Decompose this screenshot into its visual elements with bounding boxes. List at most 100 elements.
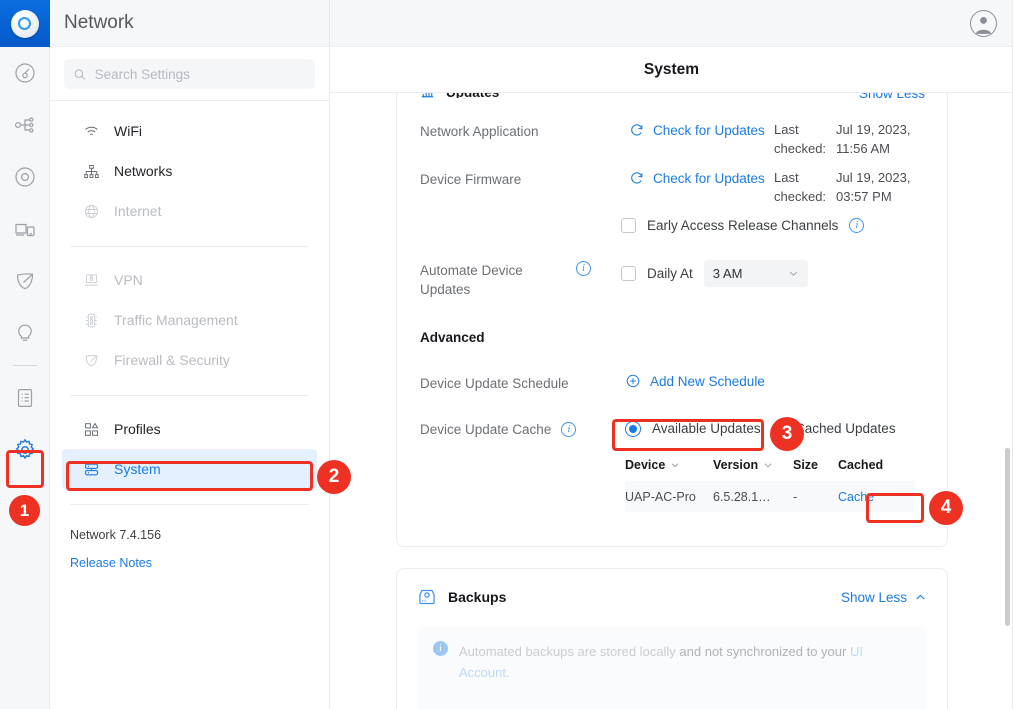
column-header-cached: Cached bbox=[838, 458, 903, 472]
cell-device: UAP-AC-Pro bbox=[625, 489, 696, 504]
annotation-badge-2: 2 bbox=[317, 460, 351, 494]
primary-nav-rail bbox=[0, 0, 50, 709]
sidebar-item-vpn[interactable]: VPN bbox=[62, 260, 317, 300]
rail-item-logs[interactable] bbox=[0, 372, 50, 424]
sidebar-item-networks[interactable]: Networks bbox=[62, 151, 317, 191]
sidebar-group-connectivity: WiFi Networks Internet bbox=[50, 101, 329, 237]
annotation-badge-1: 1 bbox=[9, 495, 40, 526]
row-label: Device Firmware bbox=[420, 172, 522, 187]
backups-note-text: Automated backups are stored locally and… bbox=[459, 641, 911, 705]
check-updates-network-app[interactable]: Check for Updates bbox=[629, 122, 765, 138]
sidebar-item-system[interactable]: System bbox=[62, 449, 317, 489]
early-access-checkbox[interactable] bbox=[621, 218, 636, 233]
note-part-2: and not synchronized to your bbox=[679, 644, 850, 659]
daily-at-checkbox[interactable] bbox=[621, 266, 636, 281]
updates-show-less[interactable]: Show Less bbox=[859, 93, 925, 98]
rail-item-security[interactable] bbox=[0, 255, 50, 307]
rail-item-clients[interactable] bbox=[0, 203, 50, 255]
globe-icon bbox=[82, 203, 100, 220]
traffic-light-icon bbox=[82, 312, 100, 329]
check-updates-label: Check for Updates bbox=[653, 170, 765, 186]
gear-icon bbox=[15, 438, 34, 460]
rail-item-devices[interactable] bbox=[0, 151, 50, 203]
shield-icon bbox=[16, 273, 33, 290]
add-new-schedule-label: Add New Schedule bbox=[650, 373, 765, 389]
column-header-device[interactable]: Device bbox=[625, 458, 713, 472]
daily-at-row: Daily At 3 AM bbox=[621, 260, 808, 287]
shield-icon bbox=[82, 352, 100, 369]
device-cache-table: Device Version Size Cached UAP-AC-Pro 6.… bbox=[625, 458, 915, 512]
updates-icon bbox=[421, 93, 434, 97]
settings-scroll-area[interactable]: Updates Show Less Network Application Ch… bbox=[330, 93, 1013, 709]
available-updates-radio[interactable] bbox=[625, 420, 641, 437]
app-root: Network WiFi bbox=[0, 0, 1013, 709]
firmware-meta-value: Jul 19, 2023, 03:57 PM bbox=[836, 170, 911, 204]
info-icon[interactable]: i bbox=[849, 218, 865, 233]
search-box[interactable] bbox=[64, 59, 315, 89]
annotation-badge-3: 3 bbox=[770, 417, 804, 451]
chevron-up-icon bbox=[916, 594, 925, 600]
daily-at-label: Daily At bbox=[647, 266, 693, 281]
info-icon[interactable]: i bbox=[561, 422, 577, 437]
info-icon[interactable]: i bbox=[576, 261, 591, 276]
sidebar-divider-2 bbox=[70, 395, 309, 396]
sidebar-item-firewall-security[interactable]: Firewall & Security bbox=[62, 340, 317, 380]
add-new-schedule-button[interactable]: Add New Schedule bbox=[625, 373, 765, 389]
rail-item-settings[interactable] bbox=[0, 424, 50, 476]
rail-item-topology[interactable] bbox=[0, 99, 50, 151]
cache-link[interactable]: Cache bbox=[838, 490, 903, 504]
vpn-icon bbox=[82, 272, 100, 289]
vertical-scrollbar-thumb[interactable] bbox=[1005, 448, 1010, 626]
avatar[interactable] bbox=[970, 9, 997, 37]
plus-circle-icon bbox=[626, 374, 640, 388]
automate-info[interactable]: i bbox=[576, 261, 591, 276]
sidebar-item-wifi[interactable]: WiFi bbox=[62, 111, 317, 151]
sidebar-item-profiles[interactable]: Profiles bbox=[62, 409, 317, 449]
column-label: Version bbox=[713, 458, 759, 472]
table-header-row: Device Version Size Cached bbox=[625, 458, 915, 481]
content-header: System bbox=[330, 47, 1013, 93]
monitor-devices-icon bbox=[14, 223, 35, 237]
refresh-icon bbox=[631, 172, 643, 184]
backups-info-note: i Automated backups are stored locally a… bbox=[417, 627, 927, 709]
column-header-size: Size bbox=[793, 458, 838, 472]
rail-item-dashboard[interactable] bbox=[0, 47, 50, 99]
available-updates-radio-option[interactable]: Available Updates bbox=[625, 419, 761, 438]
sidebar-item-label: VPN bbox=[114, 272, 143, 288]
sidebar-item-label: Firewall & Security bbox=[114, 352, 230, 368]
settings-panel: Network WiFi bbox=[50, 0, 330, 709]
rail-item-insights[interactable] bbox=[0, 307, 50, 359]
logo-disc bbox=[10, 9, 39, 38]
release-notes-link[interactable]: Release Notes bbox=[70, 556, 309, 570]
system-icon bbox=[82, 461, 100, 478]
search-container bbox=[50, 47, 329, 100]
clipboard-list-icon bbox=[17, 388, 32, 407]
version-area: Network 7.4.156 Release Notes bbox=[50, 514, 329, 570]
sidebar-group-system: Profiles System bbox=[50, 405, 329, 495]
search-input[interactable] bbox=[94, 66, 306, 82]
note-end: . bbox=[505, 665, 510, 680]
topology-icon bbox=[14, 117, 33, 133]
column-label: Size bbox=[793, 458, 819, 472]
wifi-icon bbox=[82, 123, 100, 140]
unifi-logo-icon[interactable] bbox=[0, 0, 50, 47]
backup-drive-icon bbox=[419, 589, 435, 605]
row-device-firmware: Device Firmware bbox=[420, 170, 521, 189]
sidebar-item-traffic-management[interactable]: Traffic Management bbox=[62, 300, 317, 340]
cell-size: - bbox=[793, 489, 798, 504]
backups-show-less-button[interactable]: Show Less bbox=[841, 590, 927, 605]
sidebar-divider-3 bbox=[70, 504, 309, 505]
daily-at-time-select[interactable]: 3 AM bbox=[703, 260, 808, 287]
check-updates-firmware[interactable]: Check for Updates bbox=[629, 170, 765, 186]
cell-version: 6.5.28.1… bbox=[713, 489, 771, 504]
top-bar bbox=[330, 0, 1013, 47]
cached-updates-radio-option[interactable]: Cached Updates bbox=[795, 419, 896, 438]
lightbulb-icon bbox=[17, 324, 32, 341]
firmware-meta-label: Last checked: bbox=[774, 170, 827, 204]
sidebar-item-internet[interactable]: Internet bbox=[62, 191, 317, 231]
advanced-section-title: Advanced bbox=[420, 330, 485, 345]
network-app-meta-label: Last checked: bbox=[774, 122, 827, 156]
updates-card: Updates Show Less Network Application Ch… bbox=[396, 93, 948, 547]
automate-updates-label: Automate Device Updates bbox=[420, 263, 523, 297]
column-header-version[interactable]: Version bbox=[713, 458, 793, 472]
